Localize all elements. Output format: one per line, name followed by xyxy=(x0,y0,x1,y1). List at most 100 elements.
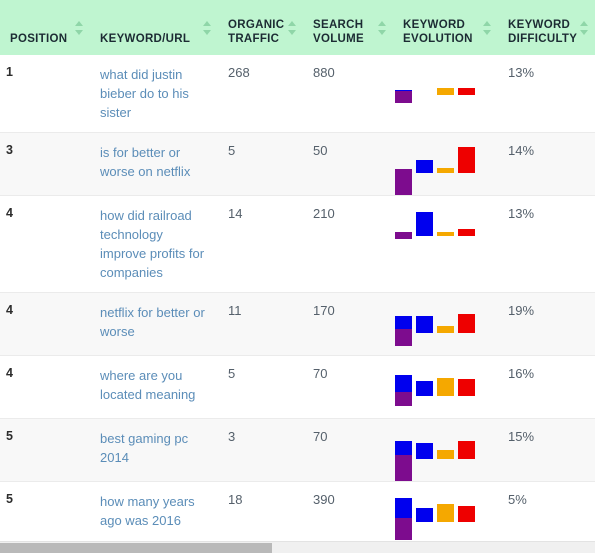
cell-keyword-difficulty: 15% xyxy=(498,418,595,482)
cell-keyword-url: where are you located meaning xyxy=(90,355,218,419)
keyword-evolution-plot-area xyxy=(395,210,487,258)
cell-position: 4 xyxy=(0,292,90,356)
cell-position: 3 xyxy=(0,132,90,196)
column-header-label: POSITION xyxy=(10,33,68,45)
cell-keyword-evolution xyxy=(393,292,498,356)
table-row[interactable]: 4 netflix for better or worse 11 170 19% xyxy=(0,292,595,356)
evolution-bar-4 xyxy=(395,518,412,540)
cell-organic-traffic: 268 xyxy=(218,55,303,133)
evolution-bar-1 xyxy=(416,508,433,522)
evolution-bar-2 xyxy=(437,232,454,236)
evolution-bar-4 xyxy=(395,329,412,346)
evolution-bar-2 xyxy=(437,504,454,522)
column-header-label: KEYWORD/URL xyxy=(100,33,191,45)
cell-keyword-url: how did railroad technology improve prof… xyxy=(90,195,218,293)
cell-keyword-difficulty: 16% xyxy=(498,355,595,419)
table-scroll-viewport[interactable]: POSITION KEYWORD/URL ORGANIC TRAFFIC SEARCH… xyxy=(0,0,595,541)
cell-keyword-url: best gaming pc 2014 xyxy=(90,418,218,482)
cell-position: 4 xyxy=(0,195,90,293)
cell-position: 1 xyxy=(0,55,90,133)
column-header-label: KEYWORD EVOLUTION xyxy=(403,19,473,45)
keyword-table: POSITION KEYWORD/URL ORGANIC TRAFFIC SEARCH… xyxy=(0,0,595,541)
keyword-evolution-chart xyxy=(395,356,487,418)
keyword-link[interactable]: where are you located meaning xyxy=(100,366,208,404)
cell-keyword-url: is for better or worse on netflix xyxy=(90,132,218,196)
horizontal-scrollbar-thumb[interactable] xyxy=(0,543,272,553)
cell-position: 5 xyxy=(0,481,90,541)
cell-keyword-evolution xyxy=(393,132,498,196)
column-header-label: KEYWORD DIFFICULTY xyxy=(508,19,578,45)
evolution-bar-1 xyxy=(416,443,433,459)
evolution-bar-2 xyxy=(437,326,454,333)
table-header-row: POSITION KEYWORD/URL ORGANIC TRAFFIC SEARCH… xyxy=(0,0,595,55)
keyword-link[interactable]: netflix for better or worse xyxy=(100,303,208,341)
evolution-bar-1 xyxy=(416,381,433,396)
cell-search-volume: 70 xyxy=(303,418,393,482)
evolution-bar-2 xyxy=(437,378,454,396)
evolution-bar-3 xyxy=(458,506,475,522)
evolution-bar-4 xyxy=(395,392,412,406)
keyword-link[interactable]: is for better or worse on netflix xyxy=(100,143,208,181)
evolution-bar-1 xyxy=(416,316,433,333)
sort-arrows-icon[interactable] xyxy=(483,20,492,35)
evolution-bar-2 xyxy=(437,88,454,95)
cell-keyword-evolution xyxy=(393,418,498,482)
evolution-bar-3 xyxy=(458,379,475,396)
sort-arrows-icon[interactable] xyxy=(288,20,297,35)
cell-organic-traffic: 11 xyxy=(218,292,303,356)
cell-keyword-evolution xyxy=(393,195,498,293)
cell-keyword-url: netflix for better or worse xyxy=(90,292,218,356)
evolution-bar-3 xyxy=(458,147,475,173)
evolution-bar-4 xyxy=(395,91,412,103)
cell-keyword-difficulty: 14% xyxy=(498,132,595,196)
column-header-keyword-evolution[interactable]: KEYWORD EVOLUTION xyxy=(393,0,498,55)
cell-organic-traffic: 14 xyxy=(218,195,303,293)
evolution-bar-3 xyxy=(458,441,475,459)
evolution-bar-2 xyxy=(437,168,454,173)
keyword-evolution-chart xyxy=(395,293,487,355)
keyword-evolution-plot-area xyxy=(395,496,487,541)
keyword-link[interactable]: how did railroad technology improve prof… xyxy=(100,206,208,282)
evolution-bar-1 xyxy=(416,212,433,236)
sort-arrows-icon[interactable] xyxy=(203,20,212,35)
cell-search-volume: 210 xyxy=(303,195,393,293)
table-row[interactable]: 5 best gaming pc 2014 3 70 15% xyxy=(0,418,595,482)
column-header-position[interactable]: POSITION xyxy=(0,0,90,55)
cell-organic-traffic: 18 xyxy=(218,481,303,541)
table-row[interactable]: 5 how many years ago was 2016 18 390 5% xyxy=(0,481,595,541)
cell-keyword-evolution xyxy=(393,55,498,133)
table-row[interactable]: 3 is for better or worse on netflix 5 50 14% xyxy=(0,132,595,196)
keyword-link[interactable]: what did justin bieber do to his sister xyxy=(100,65,208,122)
keyword-link[interactable]: best gaming pc 2014 xyxy=(100,429,208,467)
table-row[interactable]: 4 how did railroad technology improve pro… xyxy=(0,195,595,293)
keyword-evolution-chart xyxy=(395,55,487,117)
sort-arrows-icon[interactable] xyxy=(378,20,387,35)
column-header-label: SEARCH VOLUME xyxy=(313,19,364,45)
keyword-evolution-chart xyxy=(395,196,487,258)
column-header-keyword-difficulty[interactable]: KEYWORD DIFFICULTY xyxy=(498,0,595,55)
table-row[interactable]: 4 where are you located meaning 5 70 16% xyxy=(0,355,595,419)
keyword-evolution-chart xyxy=(395,419,487,481)
column-header-keyword-url[interactable]: KEYWORD/URL xyxy=(90,0,218,55)
cell-keyword-evolution xyxy=(393,481,498,541)
cell-search-volume: 70 xyxy=(303,355,393,419)
evolution-bar-4 xyxy=(395,232,412,239)
column-header-organic-traffic[interactable]: ORGANIC TRAFFIC xyxy=(218,0,303,55)
cell-keyword-url: what did justin bieber do to his sister xyxy=(90,55,218,133)
evolution-bar-3 xyxy=(458,314,475,333)
keyword-evolution-chart xyxy=(395,133,487,195)
keyword-evolution-plot-area xyxy=(395,433,487,481)
column-header-search-volume[interactable]: SEARCH VOLUME xyxy=(303,0,393,55)
cell-position: 4 xyxy=(0,355,90,419)
sort-arrows-icon[interactable] xyxy=(580,20,589,35)
cell-keyword-difficulty: 13% xyxy=(498,195,595,293)
horizontal-scrollbar-track[interactable] xyxy=(0,541,595,553)
keyword-link[interactable]: how many years ago was 2016 xyxy=(100,492,208,530)
cell-organic-traffic: 5 xyxy=(218,132,303,196)
table-row[interactable]: 1 what did justin bieber do to his sister… xyxy=(0,55,595,133)
sort-arrows-icon[interactable] xyxy=(75,20,84,35)
evolution-bar-4 xyxy=(395,169,412,195)
keyword-evolution-chart xyxy=(395,482,487,541)
keyword-evolution-plot-area xyxy=(395,69,487,117)
cell-keyword-difficulty: 13% xyxy=(498,55,595,133)
